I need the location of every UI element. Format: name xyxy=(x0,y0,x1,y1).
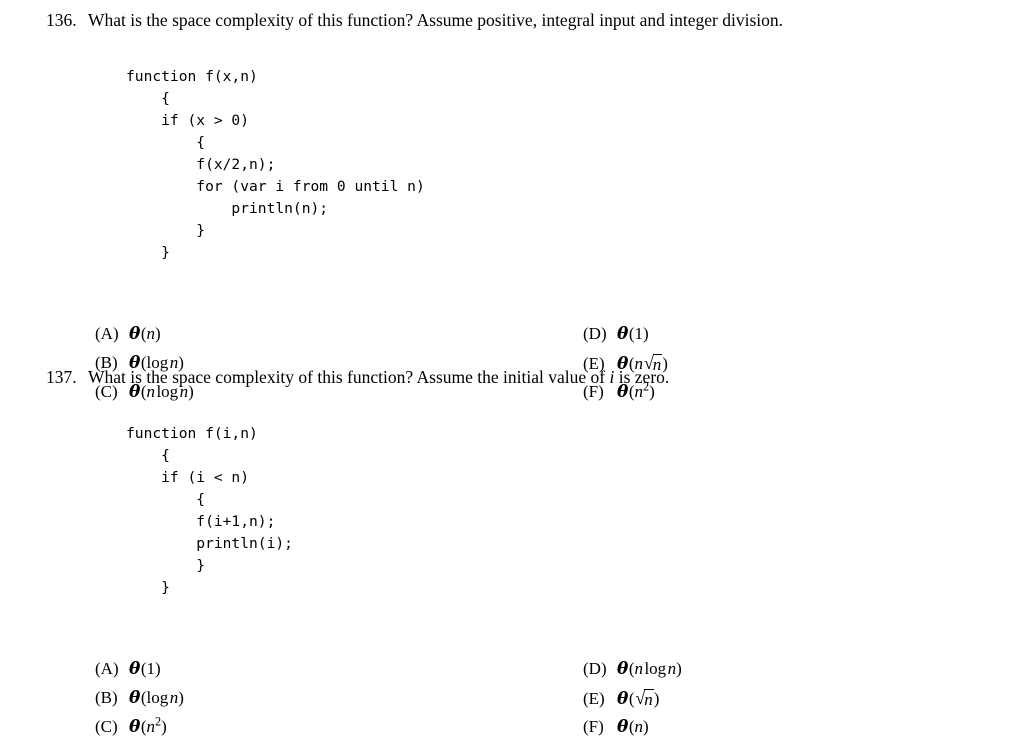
question-137-number: 137. xyxy=(46,367,77,387)
option-137-f[interactable]: (F) θ(n) xyxy=(583,717,649,737)
square-root-icon: √n xyxy=(635,688,654,709)
option-label: (A) xyxy=(95,324,119,343)
code-line: } xyxy=(126,222,206,239)
code-line: for (var i from 0 until n) xyxy=(126,178,425,195)
code-line: } xyxy=(126,579,170,596)
code-line: f(x/2,n); xyxy=(126,156,276,173)
option-value: θ(n) xyxy=(129,324,161,344)
option-value: θ(logn) xyxy=(129,688,184,708)
exam-page: 136. What is the space complexity of thi… xyxy=(0,0,1024,737)
code-line: } xyxy=(126,557,206,574)
code-line: println(i); xyxy=(126,535,293,552)
question-136-prompt: What is the space complexity of this fun… xyxy=(88,10,784,30)
option-value: θ(n logn) xyxy=(617,659,682,679)
option-value: θ(n2) xyxy=(129,714,167,737)
code-line: f(i+1,n); xyxy=(126,513,276,530)
option-136-a[interactable]: (A) θ(n) xyxy=(95,324,161,344)
question-137-prompt-part2: is zero. xyxy=(618,367,670,387)
question-136-code-listing: function f(x,n) { if (x > 0) { f(x/2,n);… xyxy=(0,44,1024,308)
code-line: function f(i,n) xyxy=(126,425,258,442)
code-line: function f(x,n) xyxy=(126,68,258,85)
question-136: 136. What is the space complexity of thi… xyxy=(0,8,1024,416)
option-label: (D) xyxy=(583,324,607,343)
code-line: if (i < n) xyxy=(126,469,250,486)
question-136-number: 136. xyxy=(46,10,77,30)
question-137-options: (A) θ(1) (B) θ(logn) (C) θ(n2) (D) θ(n l… xyxy=(0,659,1024,751)
question-137-prompt: What is the space complexity of this fun… xyxy=(88,365,669,389)
question-137: 137. What is the space complexity of thi… xyxy=(0,365,1024,751)
question-137-prompt-part1: What is the space complexity of this fun… xyxy=(88,367,606,387)
option-label: (E) xyxy=(583,689,605,708)
option-value: θ(1) xyxy=(129,659,161,679)
question-137-code-listing: function f(i,n) { if (i < n) { f(i+1,n);… xyxy=(0,401,1024,643)
code-line: if (x > 0) xyxy=(126,112,250,129)
question-136-header: 136. What is the space complexity of thi… xyxy=(0,8,1024,32)
option-label: (B) xyxy=(95,688,118,707)
code-line: { xyxy=(126,90,170,107)
question-137-header: 137. What is the space complexity of thi… xyxy=(0,365,1024,389)
option-136-d[interactable]: (D) θ(1) xyxy=(583,324,649,344)
option-value: θ(√n) xyxy=(617,688,660,709)
option-137-e[interactable]: (E) θ(√n) xyxy=(583,688,659,709)
option-137-a[interactable]: (A) θ(1) xyxy=(95,659,161,679)
code-line: println(n); xyxy=(126,200,329,217)
option-label: (D) xyxy=(583,659,607,678)
code-line: { xyxy=(126,491,206,508)
code-line: { xyxy=(126,447,170,464)
code-line: } xyxy=(126,244,170,261)
option-label: (F) xyxy=(583,717,604,736)
option-137-d[interactable]: (D) θ(n logn) xyxy=(583,659,682,679)
option-label: (A) xyxy=(95,659,119,678)
option-label: (C) xyxy=(95,717,118,736)
code-line: { xyxy=(126,134,206,151)
option-137-b[interactable]: (B) θ(logn) xyxy=(95,688,184,708)
option-value: θ(1) xyxy=(617,324,649,344)
option-value: θ(n) xyxy=(617,717,649,737)
option-137-c[interactable]: (C) θ(n2) xyxy=(95,714,167,737)
